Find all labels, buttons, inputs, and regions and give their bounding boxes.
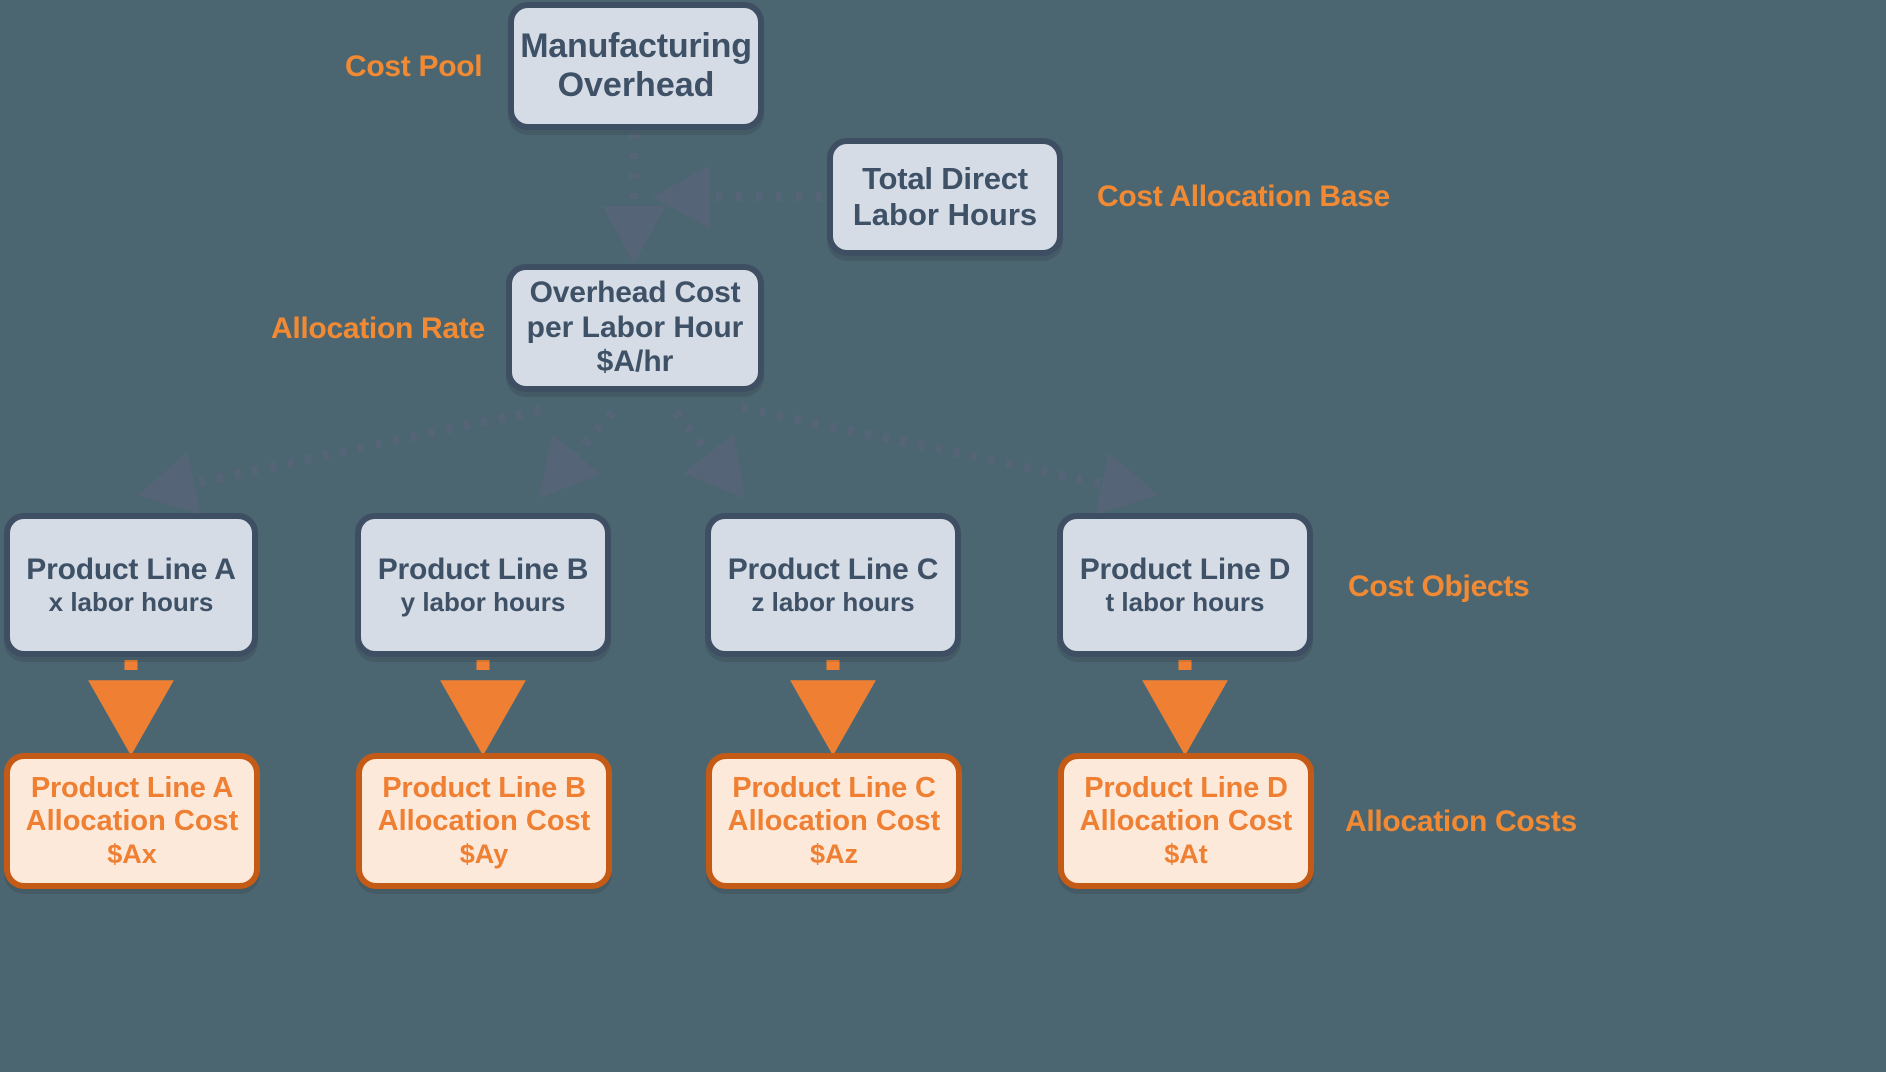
node-allocation-cost-a[interactable]: Product Line A Allocation Cost $Ax bbox=[4, 753, 260, 889]
node-overhead-cost-per-labor-hour[interactable]: Overhead Cost per Labor Hour $A/hr bbox=[506, 264, 764, 392]
connector-rate-to-product-d bbox=[741, 403, 1159, 515]
product-line-name: Product Line D bbox=[1079, 552, 1291, 586]
node-allocation-cost-d[interactable]: Product Line D Allocation Cost $At bbox=[1058, 753, 1314, 889]
allocation-cost-name: Product Line A bbox=[30, 771, 234, 804]
label-cost-allocation-base: Cost Allocation Base bbox=[1097, 180, 1390, 213]
connector-rate-to-product-c bbox=[672, 409, 745, 499]
node-product-line-a[interactable]: Product Line A x labor hours bbox=[4, 513, 258, 657]
node-product-line-c[interactable]: Product Line C z labor hours bbox=[705, 513, 961, 657]
product-line-name: Product Line A bbox=[26, 552, 236, 586]
connector-rate-to-product-a bbox=[137, 405, 541, 515]
node-line-2: Overhead bbox=[557, 66, 715, 104]
node-total-direct-labor-hours[interactable]: Total Direct Labor Hours bbox=[827, 138, 1063, 256]
node-rate-value: $A/hr bbox=[596, 345, 674, 379]
diagram-canvas: Manufacturing Overhead Total Direct Labo… bbox=[0, 0, 1886, 1072]
allocation-cost-label: Allocation Cost bbox=[1079, 805, 1293, 838]
node-line-2: per Labor Hour bbox=[526, 310, 744, 344]
allocation-cost-label: Allocation Cost bbox=[25, 805, 239, 838]
label-allocation-costs: Allocation Costs bbox=[1345, 805, 1577, 838]
allocation-cost-name: Product Line D bbox=[1084, 771, 1288, 804]
label-cost-pool: Cost Pool bbox=[345, 50, 483, 83]
node-manufacturing-overhead[interactable]: Manufacturing Overhead bbox=[508, 2, 764, 130]
product-line-hours: t labor hours bbox=[1105, 587, 1265, 618]
allocation-cost-amount: $Az bbox=[809, 838, 858, 869]
allocation-cost-amount: $At bbox=[1164, 838, 1208, 869]
node-product-line-b[interactable]: Product Line B y labor hours bbox=[355, 513, 611, 657]
node-allocation-cost-b[interactable]: Product Line B Allocation Cost $Ay bbox=[356, 753, 612, 889]
label-allocation-rate: Allocation Rate bbox=[271, 312, 485, 345]
node-line-1: Manufacturing bbox=[520, 26, 752, 65]
node-line-1: Overhead Cost bbox=[529, 275, 741, 309]
product-line-name: Product Line B bbox=[377, 552, 589, 586]
allocation-cost-label: Allocation Cost bbox=[727, 805, 941, 838]
allocation-cost-name: Product Line C bbox=[732, 771, 936, 804]
node-line-2: Labor Hours bbox=[852, 197, 1038, 232]
label-cost-objects: Cost Objects bbox=[1348, 570, 1530, 603]
product-line-hours: y labor hours bbox=[400, 587, 566, 618]
allocation-cost-label: Allocation Cost bbox=[377, 805, 591, 838]
connector-rate-to-product-b bbox=[539, 409, 616, 499]
allocation-cost-amount: $Ax bbox=[107, 838, 157, 869]
product-line-hours: x labor hours bbox=[48, 587, 214, 618]
node-product-line-d[interactable]: Product Line D t labor hours bbox=[1057, 513, 1313, 657]
product-line-hours: z labor hours bbox=[751, 587, 915, 618]
allocation-cost-amount: $Ay bbox=[459, 838, 509, 869]
node-allocation-cost-c[interactable]: Product Line C Allocation Cost $Az bbox=[706, 753, 962, 889]
allocation-cost-name: Product Line B bbox=[382, 771, 586, 804]
node-line-1: Total Direct bbox=[862, 161, 1028, 197]
product-line-name: Product Line C bbox=[727, 552, 939, 586]
